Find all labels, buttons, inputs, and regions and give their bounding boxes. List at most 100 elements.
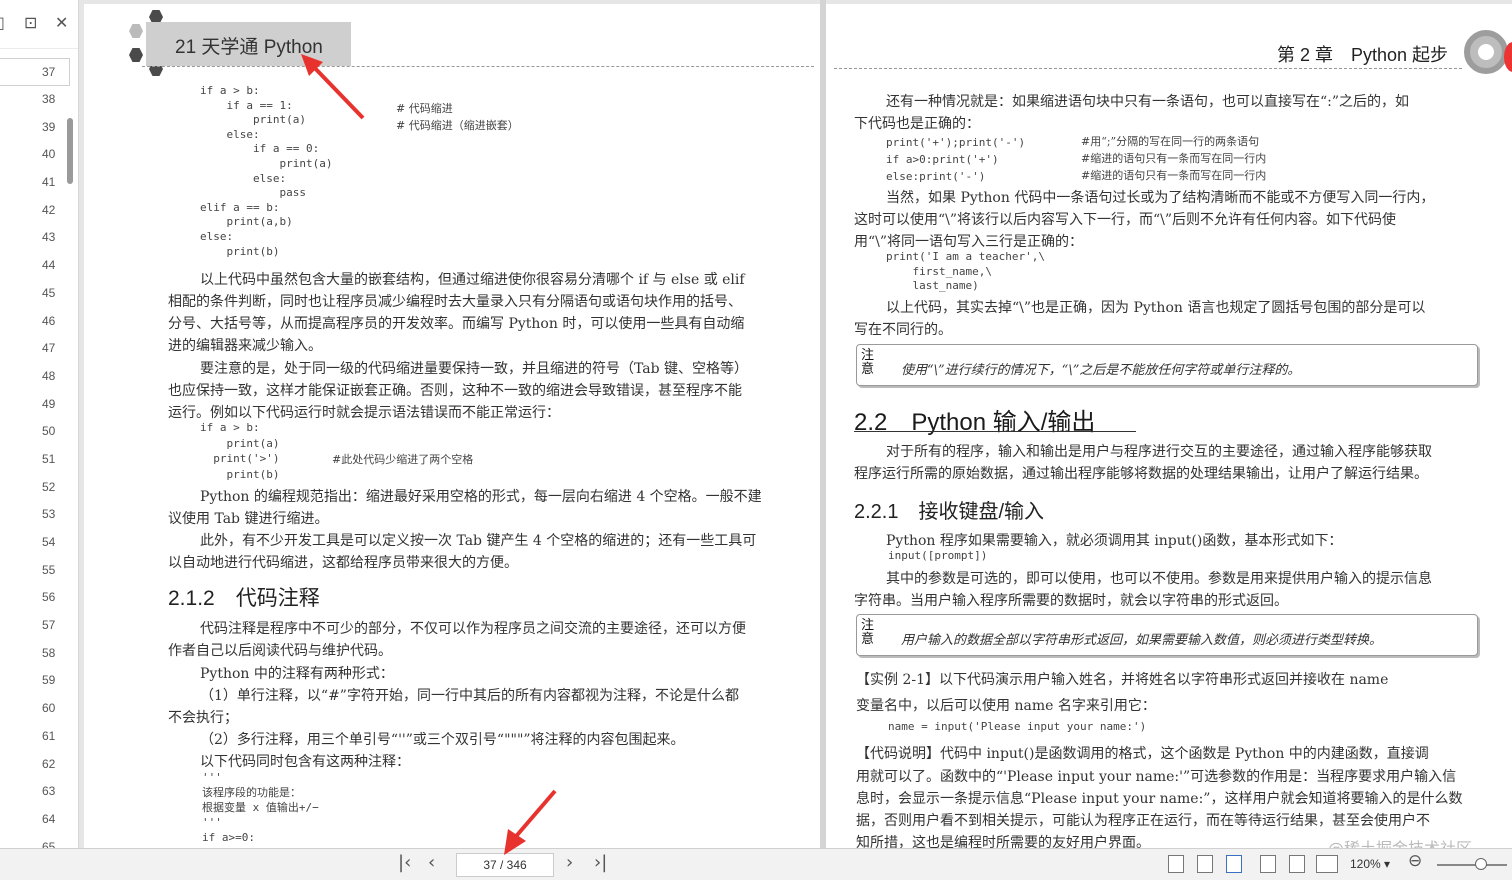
hexagon-decoration	[129, 24, 143, 38]
paragraph-line: 写在不同行的。	[854, 322, 952, 338]
code-block: ''' 该程序段的功能是： 根据变量 x 值输出+/− ''' if a>=0:	[202, 770, 319, 845]
red-arrow-annotation	[504, 789, 557, 855]
note-text: 使用“\”进行续行的情况下，“\”之后是不能放任何字符或单行注释的。	[901, 363, 1301, 378]
sidebar-page-number[interactable]: 51	[0, 446, 70, 474]
decoration-circle	[1504, 42, 1512, 72]
sidebar-page-number[interactable]: 45	[0, 280, 70, 308]
sidebar-page-number[interactable]: 57	[0, 612, 70, 640]
code-block: print('I am a teacher',\ first_name,\ la…	[886, 250, 1045, 294]
fit-page-icon[interactable]	[1197, 855, 1213, 873]
paragraph-line: 以上代码，其实去掉“\”也是正确，因为 Python 语言也规定了圆括号包围的部…	[886, 300, 1426, 316]
sidebar-page-number[interactable]: 46	[0, 308, 70, 336]
code-line: #用“;”分隔的写在同一行的两条语句	[1081, 135, 1260, 148]
first-page-icon[interactable]: |‹	[398, 852, 411, 873]
sidebar-page-number[interactable]: 54	[0, 529, 70, 557]
paragraph-line: 相配的条件判断，同时也让程序员减少编程时去大量录入只有分隔语句或语句块作用的括号…	[168, 294, 742, 310]
zoom-value: 120%	[1350, 857, 1381, 871]
fit-width-icon[interactable]	[1226, 855, 1242, 873]
zoom-slider[interactable]	[1437, 864, 1507, 866]
code-line: '''	[202, 771, 222, 784]
sidebar-page-number[interactable]: 39	[0, 114, 70, 142]
last-page-icon[interactable]: ›|	[594, 852, 607, 873]
paragraph-line: 此外，有不少开发工具是可以定义按一次 Tab 键产生 4 个空格的缩进的；还有一…	[200, 533, 757, 549]
previous-page-icon[interactable]: ‹	[428, 852, 435, 873]
red-arrow-annotation	[301, 54, 365, 120]
paragraph-line: 以自动地进行代码缩进，这都给程序员带来很大的方便。	[168, 555, 518, 571]
sidebar-page-number[interactable]: 43	[0, 224, 70, 252]
zoom-slider-knob[interactable]	[1475, 858, 1487, 870]
sidebar-page-number[interactable]: 53	[0, 501, 70, 529]
code-comment: # 代码缩进（缩进嵌套）	[396, 119, 519, 132]
code-line: else:	[200, 229, 234, 243]
paragraph-line: 息时，会显示一条提示信息“Please input your name:”，这样…	[856, 791, 1463, 807]
note-text: 用户输入的数据全部以字符串形式返回，如果需要输入数值，则必须进行类型转换。	[901, 633, 1383, 648]
bookmark-icon[interactable]: ⊡	[24, 13, 37, 32]
paragraph-line: 用“\”将同一语句写入三行是正确的：	[854, 234, 1084, 250]
sidebar-page-number[interactable]: 56	[0, 584, 70, 612]
code-line: last_name)	[886, 279, 979, 292]
note-box: 注意 用户输入的数据全部以字符串形式返回，如果需要输入数值，则必须进行类型转换。	[856, 614, 1478, 656]
subsection-heading: 2.2.1 接收键盘/输入	[854, 501, 1045, 523]
chevron-down-icon: ▾	[1384, 857, 1391, 871]
bottom-toolbar: |‹ ‹ 37 / 346 › ›| 120% ▾ ⊖	[0, 789, 1512, 880]
code-line: print(a)	[200, 436, 280, 450]
paragraph-line: Python 中的注释有两种形式：	[200, 666, 394, 682]
sidebar-page-number[interactable]: 62	[0, 751, 70, 779]
single-page-view-icon[interactable]	[1168, 855, 1184, 873]
sidebar-page-number[interactable]: 64	[0, 806, 70, 834]
sidebar-page-number[interactable]: 42	[0, 197, 70, 225]
paragraph-line: （1）单行注释，以“#”字符开始，同一行中其后的所有内容都视为注释，不论是什么都	[200, 688, 739, 704]
section-heading: 2.1.2 代码注释	[168, 587, 320, 610]
sidebar-page-number[interactable]: 60	[0, 695, 70, 723]
code-line: first_name,\	[886, 264, 992, 278]
zoom-select[interactable]: 120% ▾	[1350, 857, 1390, 871]
example-line: 【实例 2-1】以下代码演示用户输入姓名，并将姓名以字符串形式返回并接收在 na…	[856, 672, 1389, 688]
left-page: 21 天学通 Python if a > b: if a == 1: print…	[84, 4, 820, 848]
paragraph-line: 进的编辑器来减少输入。	[168, 338, 322, 354]
page-view-icon[interactable]	[1289, 855, 1305, 873]
paragraph-line: 下代码也是正确的：	[854, 116, 980, 132]
code-line: if a>0:print('+')	[886, 153, 999, 166]
paragraph-line: 不会执行；	[168, 710, 238, 726]
paragraph-line: 以上代码中虽然包含大量的嵌套结构，但通过缩进使你很容易分清哪个 if 与 els…	[200, 272, 745, 288]
heading-underline	[854, 431, 1136, 432]
paragraph-line: 代码注释是程序中不可少的部分，不仅可以作为程序员之间交流的主要途径，还可以方便	[200, 621, 746, 637]
next-page-icon[interactable]: ›	[566, 852, 573, 873]
sidebar-page-number[interactable]: 49	[0, 391, 70, 419]
sidebar-page-number[interactable]: 50	[0, 418, 70, 446]
code-line: print(b)	[200, 244, 280, 258]
sidebar-page-number[interactable]: 44	[0, 252, 70, 280]
sidebar-page-number[interactable]: 38	[0, 86, 70, 114]
sidebar-page-number[interactable]: 37	[0, 58, 70, 86]
sidebar-page-number[interactable]: 52	[0, 474, 70, 502]
code-comment: #此处代码少缩进了两个空格	[332, 453, 474, 466]
sidebar-scrollbar[interactable]	[67, 118, 73, 184]
sidebar-page-number[interactable]: 48	[0, 363, 70, 391]
close-icon[interactable]: ✕	[55, 13, 68, 32]
sidebar-page-number[interactable]: 58	[0, 640, 70, 668]
code-line: if a > b:	[200, 421, 260, 434]
code-line: else:	[200, 171, 287, 185]
code-line: elif a == b:	[200, 200, 280, 214]
code-line: pass	[200, 186, 306, 200]
continuous-view-icon[interactable]	[1260, 855, 1276, 873]
paragraph-line: 也应保持一致，这样才能保证嵌套正确。否则，这种不一致的缩进会导致错误，甚至程序不…	[168, 383, 742, 399]
two-page-view-icon[interactable]	[1316, 855, 1338, 873]
sidebar-page-number[interactable]: 63	[0, 778, 70, 806]
sidebar-page-number[interactable]: 55	[0, 557, 70, 585]
chapter-header: 第 2 章 Python 起步	[1276, 45, 1448, 65]
paragraph-line: 当然，如果 Python 代码中一条语句过长或为了结构清晰而不能或不方便写入同一…	[886, 190, 1435, 206]
sidebar-page-number[interactable]: 59	[0, 667, 70, 695]
sidebar-page-number[interactable]: 41	[0, 169, 70, 197]
sidebar-page-number[interactable]: 40	[0, 141, 70, 169]
code-line: '''	[202, 816, 222, 829]
page-thumbnail-icon[interactable]: ▯	[0, 13, 5, 32]
code-line: #缩进的语句只有一条而写在同一行内	[1081, 169, 1267, 182]
zoom-out-icon[interactable]: ⊖	[1408, 851, 1422, 871]
note-box: 注意 使用“\”进行续行的情况下，“\”之后是不能放任何字符或单行注释的。	[856, 344, 1478, 386]
paragraph-line: 分号、大括号等，从而提高程序员的开发效率。而编写 Python 时，可以使用一些…	[168, 316, 745, 332]
sidebar-page-number[interactable]: 47	[0, 335, 70, 363]
example-line: 变量名中，以后可以使用 name 名字来引用它：	[856, 698, 1156, 714]
header-divider	[834, 68, 1462, 69]
sidebar-page-number[interactable]: 61	[0, 723, 70, 751]
